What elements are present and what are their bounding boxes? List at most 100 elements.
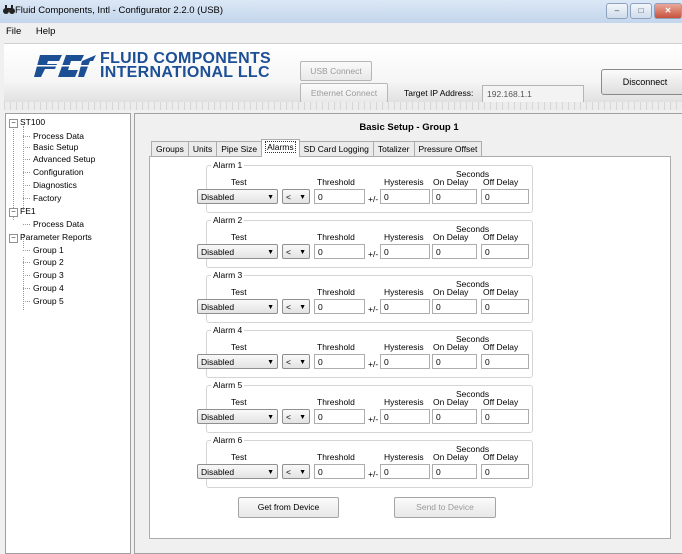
operator-dropdown[interactable]: < ▼: [282, 299, 310, 314]
target-ip-input[interactable]: 192.168.1.1: [482, 85, 584, 103]
get-from-device-button[interactable]: Get from Device: [238, 497, 339, 518]
on-delay-input[interactable]: 0: [432, 409, 477, 424]
tree-item-advanced-setup[interactable]: Advanced Setup: [33, 154, 95, 164]
hysteresis-header: Hysteresis: [384, 287, 424, 297]
alarm-group-5: Alarm 5 Test Threshold Hysteresis Second…: [197, 380, 533, 433]
tree-item-group-3[interactable]: Group 3: [33, 270, 64, 280]
operator-dropdown-value: <: [286, 302, 291, 312]
hysteresis-input[interactable]: 0: [380, 409, 430, 424]
off-delay-header: Off Delay: [483, 232, 519, 242]
test-dropdown[interactable]: Disabled ▼: [197, 299, 278, 314]
test-dropdown[interactable]: Disabled ▼: [197, 189, 278, 204]
test-header: Test: [231, 287, 247, 297]
threshold-input[interactable]: 0: [314, 244, 365, 259]
tab-pressure-offset[interactable]: Pressure Offset: [413, 141, 483, 157]
tab-groups[interactable]: Groups: [151, 141, 189, 157]
hysteresis-input[interactable]: 0: [380, 354, 430, 369]
test-dropdown[interactable]: Disabled ▼: [197, 464, 278, 479]
hysteresis-input[interactable]: 0: [380, 464, 430, 479]
on-delay-input[interactable]: 0: [432, 354, 477, 369]
chevron-down-icon: ▼: [267, 304, 274, 311]
chevron-down-icon: ▼: [267, 414, 274, 421]
hysteresis-input[interactable]: 0: [380, 244, 430, 259]
alarm-group-title: Alarm 5: [211, 380, 245, 390]
chevron-down-icon: ▼: [299, 249, 306, 256]
tree-item-diagnostics[interactable]: Diagnostics: [33, 180, 77, 190]
threshold-input[interactable]: 0: [314, 409, 365, 424]
expand-fe1-icon[interactable]: −: [9, 208, 18, 217]
tree-item-basic-setup[interactable]: Basic Setup: [33, 142, 78, 152]
threshold-input[interactable]: 0: [314, 464, 365, 479]
operator-dropdown-value: <: [286, 412, 291, 422]
tree-item-parameter-reports[interactable]: Parameter Reports: [20, 232, 92, 242]
off-delay-input[interactable]: 0: [481, 409, 529, 424]
on-delay-input[interactable]: 0: [432, 244, 477, 259]
alarm-group-title: Alarm 4: [211, 325, 245, 335]
threshold-input[interactable]: 0: [314, 189, 365, 204]
menu-help[interactable]: Help: [30, 23, 62, 37]
alarm-group-4: Alarm 4 Test Threshold Hysteresis Second…: [197, 325, 533, 378]
alarm-group-1: Alarm 1 Test Threshold Hysteresis Second…: [197, 160, 533, 213]
maximize-button[interactable]: □: [630, 3, 652, 19]
tree-item-fe1[interactable]: FE1: [20, 206, 36, 216]
tab-alarms-label: Alarms: [265, 141, 296, 153]
off-delay-input[interactable]: 0: [481, 299, 529, 314]
on-delay-header: On Delay: [433, 232, 469, 242]
chevron-down-icon: ▼: [267, 194, 274, 201]
off-delay-input[interactable]: 0: [481, 354, 529, 369]
tree-item-group-4[interactable]: Group 4: [33, 283, 64, 293]
test-dropdown[interactable]: Disabled ▼: [197, 354, 278, 369]
on-delay-input[interactable]: 0: [432, 464, 477, 479]
off-delay-input[interactable]: 0: [481, 244, 529, 259]
page-title: Basic Setup - Group 1: [359, 122, 459, 133]
test-dropdown[interactable]: Disabled ▼: [197, 244, 278, 259]
tab-units[interactable]: Units: [187, 141, 218, 157]
tree-item-process-data[interactable]: Process Data: [33, 131, 84, 141]
alarm-group-title: Alarm 3: [211, 270, 245, 280]
hysteresis-header: Hysteresis: [384, 452, 424, 462]
on-delay-input[interactable]: 0: [432, 189, 477, 204]
tab-alarms[interactable]: Alarms: [261, 139, 300, 157]
tree-item-factory[interactable]: Factory: [33, 193, 61, 203]
send-to-device-button[interactable]: Send to Device: [394, 497, 496, 518]
tab-sd-card-logging[interactable]: SD Card Logging: [298, 141, 374, 157]
usb-connect-button[interactable]: USB Connect: [300, 61, 372, 81]
disconnect-button[interactable]: Disconnect: [601, 69, 682, 95]
close-button[interactable]: ✕: [654, 3, 682, 19]
tab-pipe-size[interactable]: Pipe Size: [216, 141, 263, 157]
target-ip-label: Target IP Address:: [404, 88, 474, 98]
ethernet-connect-button[interactable]: Ethernet Connect: [300, 83, 388, 103]
operator-dropdown[interactable]: < ▼: [282, 409, 310, 424]
operator-dropdown[interactable]: < ▼: [282, 189, 310, 204]
test-dropdown[interactable]: Disabled ▼: [197, 409, 278, 424]
threshold-header: Threshold: [317, 397, 355, 407]
hysteresis-input[interactable]: 0: [380, 189, 430, 204]
hysteresis-input[interactable]: 0: [380, 299, 430, 314]
tree-item-group-5[interactable]: Group 5: [33, 296, 64, 306]
fci-logo-icon: [34, 55, 96, 77]
minimize-button[interactable]: –: [606, 3, 628, 19]
off-delay-header: Off Delay: [483, 287, 519, 297]
test-dropdown-value: Disabled: [201, 302, 235, 312]
on-delay-header: On Delay: [433, 287, 469, 297]
operator-dropdown[interactable]: < ▼: [282, 244, 310, 259]
tree-item-group-2[interactable]: Group 2: [33, 257, 64, 267]
operator-dropdown[interactable]: < ▼: [282, 464, 310, 479]
tab-totalizer[interactable]: Totalizer: [372, 141, 415, 157]
tree-item-fe1-process-data[interactable]: Process Data: [33, 219, 84, 229]
alarm-group-title: Alarm 2: [211, 215, 245, 225]
tree-item-group-1[interactable]: Group 1: [33, 245, 64, 255]
title-bar: Fluid Components, Intl - Configurator 2.…: [0, 0, 682, 24]
tree-item-st100[interactable]: ST100: [20, 117, 45, 127]
threshold-input[interactable]: 0: [314, 354, 365, 369]
off-delay-input[interactable]: 0: [481, 189, 529, 204]
operator-dropdown[interactable]: < ▼: [282, 354, 310, 369]
tree-item-configuration[interactable]: Configuration: [33, 167, 84, 177]
threshold-input[interactable]: 0: [314, 299, 365, 314]
alarms-tab-pane: Alarm 1 Test Threshold Hysteresis Second…: [149, 156, 671, 539]
off-delay-input[interactable]: 0: [481, 464, 529, 479]
menu-file[interactable]: File: [0, 23, 27, 37]
expand-parameter-reports-icon[interactable]: −: [9, 234, 18, 243]
on-delay-input[interactable]: 0: [432, 299, 477, 314]
expand-st100-icon[interactable]: −: [9, 119, 18, 128]
